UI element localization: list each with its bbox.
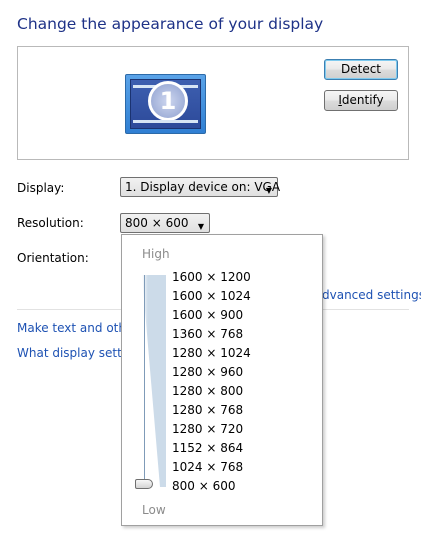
advanced-settings-link[interactable]: dvanced settings: [322, 288, 421, 302]
resolution-option[interactable]: 1280 × 720: [172, 421, 251, 440]
resolution-option[interactable]: 1280 × 960: [172, 364, 251, 383]
resolution-option[interactable]: 1024 × 768: [172, 459, 251, 478]
resolution-option-selected[interactable]: 800 × 600: [172, 478, 251, 497]
identify-label: dentify: [341, 93, 384, 107]
resolution-option[interactable]: 1600 × 1200: [172, 269, 251, 288]
slider-track-edge: [144, 275, 145, 487]
resolution-option[interactable]: 1152 × 864: [172, 440, 251, 459]
monitor-taskbar-bottom: [133, 120, 198, 123]
resolution-option[interactable]: 1280 × 800: [172, 383, 251, 402]
detect-button[interactable]: Detect: [324, 59, 398, 80]
resolution-slider-track[interactable]: [142, 275, 166, 487]
resolution-select[interactable]: 800 × 600 ▼: [120, 213, 210, 233]
display-select[interactable]: 1. Display device on: VGA ▼: [120, 177, 281, 197]
resolution-slider-thumb[interactable]: [135, 479, 153, 489]
resolution-option[interactable]: 1280 × 768: [172, 402, 251, 421]
resolution-option[interactable]: 1280 × 1024: [172, 345, 251, 364]
display-preview-area: 1 Detect Identify: [17, 46, 409, 160]
slider-high-label: High: [142, 247, 170, 261]
monitor-1-icon[interactable]: 1: [125, 74, 206, 134]
resolution-option[interactable]: 1600 × 900: [172, 307, 251, 326]
resolution-dropdown: High 1600 × 1200 1600 × 1024 1600 × 900 …: [121, 234, 323, 526]
slider-low-label: Low: [142, 503, 166, 517]
page-title: Change the appearance of your display: [17, 15, 324, 33]
display-label: Display:: [17, 181, 65, 195]
resolution-label: Resolution:: [17, 216, 84, 230]
resolution-option[interactable]: 1360 × 768: [172, 326, 251, 345]
identify-button[interactable]: Identify: [324, 90, 398, 111]
orientation-label: Orientation:: [17, 251, 89, 265]
resolution-option[interactable]: 1600 × 1024: [172, 288, 251, 307]
monitor-screen: 1: [130, 79, 201, 129]
monitor-number-badge: 1: [148, 81, 188, 121]
chevron-down-icon: ▼: [265, 186, 272, 195]
resolution-select-value: 800 × 600: [125, 216, 189, 230]
resolution-options: 1600 × 1200 1600 × 1024 1600 × 900 1360 …: [172, 269, 251, 497]
display-select-value: 1. Display device on: VGA: [125, 180, 281, 194]
